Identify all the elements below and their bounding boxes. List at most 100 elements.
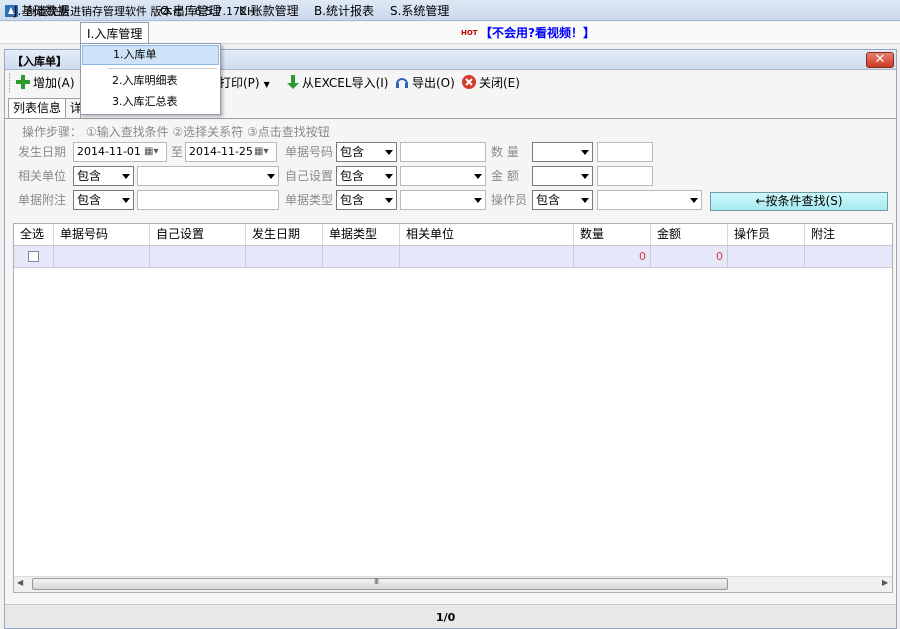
chevron-down-icon	[581, 198, 589, 203]
excel-import-button[interactable]: 从EXCEL导入(I)	[286, 73, 388, 93]
amount-cell: 0	[651, 246, 728, 268]
operator-operator-value: 包含	[536, 193, 561, 207]
menu-reports[interactable]: B.统计报表	[308, 0, 380, 22]
custom-label: 自己设置	[285, 169, 334, 183]
menu-basic-data[interactable]: J.基础数据	[8, 0, 75, 22]
doc-no-cell	[54, 246, 150, 268]
hot-badge: HOT	[461, 29, 478, 37]
partner-operator-value: 包含	[77, 169, 102, 183]
custom-operator-value: 包含	[340, 169, 365, 183]
search-button[interactable]: ←按条件查找(S)	[710, 192, 888, 211]
menu-item-inbound-detail[interactable]: 2.入库明细表	[82, 71, 178, 91]
qty-operator-select[interactable]	[532, 142, 593, 162]
menu-separator	[108, 68, 217, 69]
menu-accounts[interactable]: K.账款管理	[233, 0, 305, 22]
operator-operator-select[interactable]: 包含	[532, 190, 593, 210]
column-header-partner[interactable]: 相关单位	[400, 224, 574, 245]
note-cell	[805, 246, 892, 268]
add-button[interactable]: 增加(A)	[15, 73, 75, 93]
doc-type-operator-value: 包含	[340, 193, 365, 207]
scroll-left-icon[interactable]: ◀	[17, 578, 23, 587]
toolbar-grip	[9, 73, 10, 93]
plus-icon	[16, 75, 30, 89]
custom-select[interactable]	[400, 166, 486, 186]
headset-icon	[396, 78, 408, 88]
chevron-down-icon	[122, 198, 130, 203]
qty-cell: 0	[574, 246, 651, 268]
child-window-title: 【入库单】	[12, 55, 67, 68]
export-label: 导出(O)	[412, 76, 455, 90]
doc-no-operator-value: 包含	[340, 145, 365, 159]
date-from-input[interactable]: 2014-11-01 ▦▾	[73, 142, 167, 162]
doc-type-operator-select[interactable]: 包含	[336, 190, 397, 210]
note-input[interactable]	[137, 190, 279, 210]
qty-label: 数 量	[491, 145, 519, 159]
close-button[interactable]: 关闭(E)	[461, 73, 520, 93]
chevron-down-icon: ▼	[263, 80, 270, 89]
print-label: 打印(P)	[219, 76, 260, 90]
chevron-down-icon	[385, 174, 393, 179]
menu-item-inbound-doc[interactable]: 1.入库单	[82, 45, 219, 65]
help-video-link[interactable]: 【不会用?看视频！】	[480, 22, 595, 44]
doc-type-label: 单据类型	[285, 193, 334, 207]
note-operator-select[interactable]: 包含	[73, 190, 134, 210]
doc-no-input[interactable]	[400, 142, 486, 162]
scroll-thumb[interactable]: III	[32, 577, 728, 590]
chevron-down-icon	[581, 150, 589, 155]
add-label: 增加(A)	[33, 76, 75, 90]
menu-item-inbound-summary[interactable]: 3.入库汇总表	[82, 92, 178, 112]
scroll-grip: III	[374, 577, 379, 586]
partner-select[interactable]	[137, 166, 279, 186]
row-checkbox[interactable]	[28, 251, 39, 262]
excel-import-label: 从EXCEL导入(I)	[302, 76, 389, 90]
chevron-down-icon	[690, 198, 698, 203]
qty-input[interactable]	[597, 142, 653, 162]
operator-select[interactable]	[597, 190, 702, 210]
column-header-qty[interactable]: 数量	[574, 224, 651, 245]
chevron-down-icon	[474, 198, 482, 203]
doc-no-operator-select[interactable]: 包含	[336, 142, 397, 162]
column-header-date[interactable]: 发生日期	[246, 224, 323, 245]
calendar-icon[interactable]: ▦▾	[254, 144, 276, 160]
date-label: 发生日期	[18, 145, 67, 159]
tab-detail[interactable]: 详	[65, 98, 81, 118]
chevron-down-icon	[385, 150, 393, 155]
operation-steps: 操作步骤： ①输入查找条件 ②选择关系符 ③点击查找按钮	[22, 125, 330, 139]
data-grid	[13, 223, 893, 593]
scroll-right-icon[interactable]: ▶	[882, 578, 888, 587]
amount-input[interactable]	[597, 166, 653, 186]
partner-operator-select[interactable]: 包含	[73, 166, 134, 186]
column-header-operator[interactable]: 操作员	[728, 224, 805, 245]
menu-system[interactable]: S.系统管理	[384, 0, 455, 22]
menu-outbound[interactable]: O.出库管理	[154, 0, 227, 22]
operator-label: 操作员	[491, 193, 528, 207]
column-header-doc-no[interactable]: 单据号码	[54, 224, 150, 245]
doc-type-select[interactable]	[400, 190, 486, 210]
amount-operator-select[interactable]	[532, 166, 593, 186]
tab-divider	[5, 118, 896, 119]
tab-list-info[interactable]: 列表信息	[8, 98, 67, 118]
close-window-button[interactable]: ✕	[866, 52, 894, 68]
doc-type-cell	[323, 246, 400, 268]
column-header-note[interactable]: 附注	[805, 224, 892, 245]
calendar-icon[interactable]: ▦▾	[144, 144, 166, 160]
chevron-down-icon	[581, 174, 589, 179]
partner-cell	[400, 246, 574, 268]
custom-operator-select[interactable]: 包含	[336, 166, 397, 186]
date-cell	[246, 246, 323, 268]
column-header-amount[interactable]: 金额	[651, 224, 728, 245]
partner-label: 相关单位	[18, 169, 67, 183]
note-operator-value: 包含	[77, 193, 102, 207]
date-to-value: 2014-11-25	[189, 145, 253, 158]
print-button[interactable]: 打印(P) ▼	[219, 73, 270, 93]
column-header-select-all[interactable]: 全选	[14, 224, 54, 245]
doc-no-label: 单据号码	[285, 145, 334, 159]
date-to-input[interactable]: 2014-11-25 ▦▾	[185, 142, 277, 162]
column-header-custom[interactable]: 自己设置	[150, 224, 246, 245]
column-header-doc-type[interactable]: 单据类型	[323, 224, 400, 245]
date-to-label: 至	[171, 145, 184, 159]
page-indicator: 1/0	[436, 611, 456, 624]
chevron-down-icon	[267, 174, 275, 179]
export-button[interactable]: 导出(O)	[394, 73, 455, 93]
note-label: 单据附注	[18, 193, 67, 207]
